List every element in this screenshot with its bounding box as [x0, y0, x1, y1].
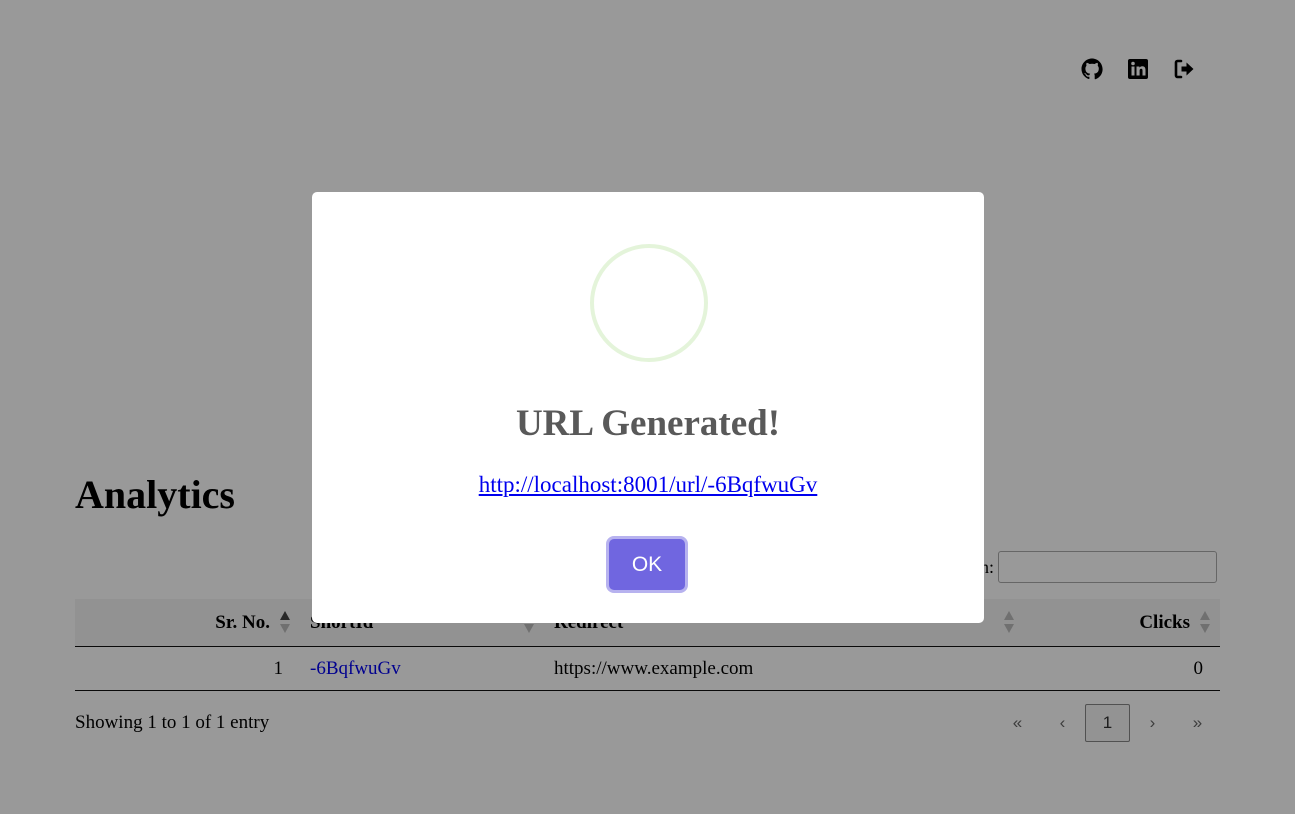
generated-url-link[interactable]: http://localhost:8001/url/-6BqfwuGv: [479, 472, 818, 497]
page: Analytics Search: Sr. No. ShortId Redire…: [0, 0, 1295, 814]
url-generated-dialog: URL Generated! http://localhost:8001/url…: [312, 192, 984, 623]
success-icon: [590, 244, 708, 362]
dialog-title: URL Generated!: [515, 403, 781, 444]
dialog-content: http://localhost:8001/url/-6BqfwuGv: [312, 472, 984, 498]
ok-button[interactable]: OK: [609, 539, 685, 590]
